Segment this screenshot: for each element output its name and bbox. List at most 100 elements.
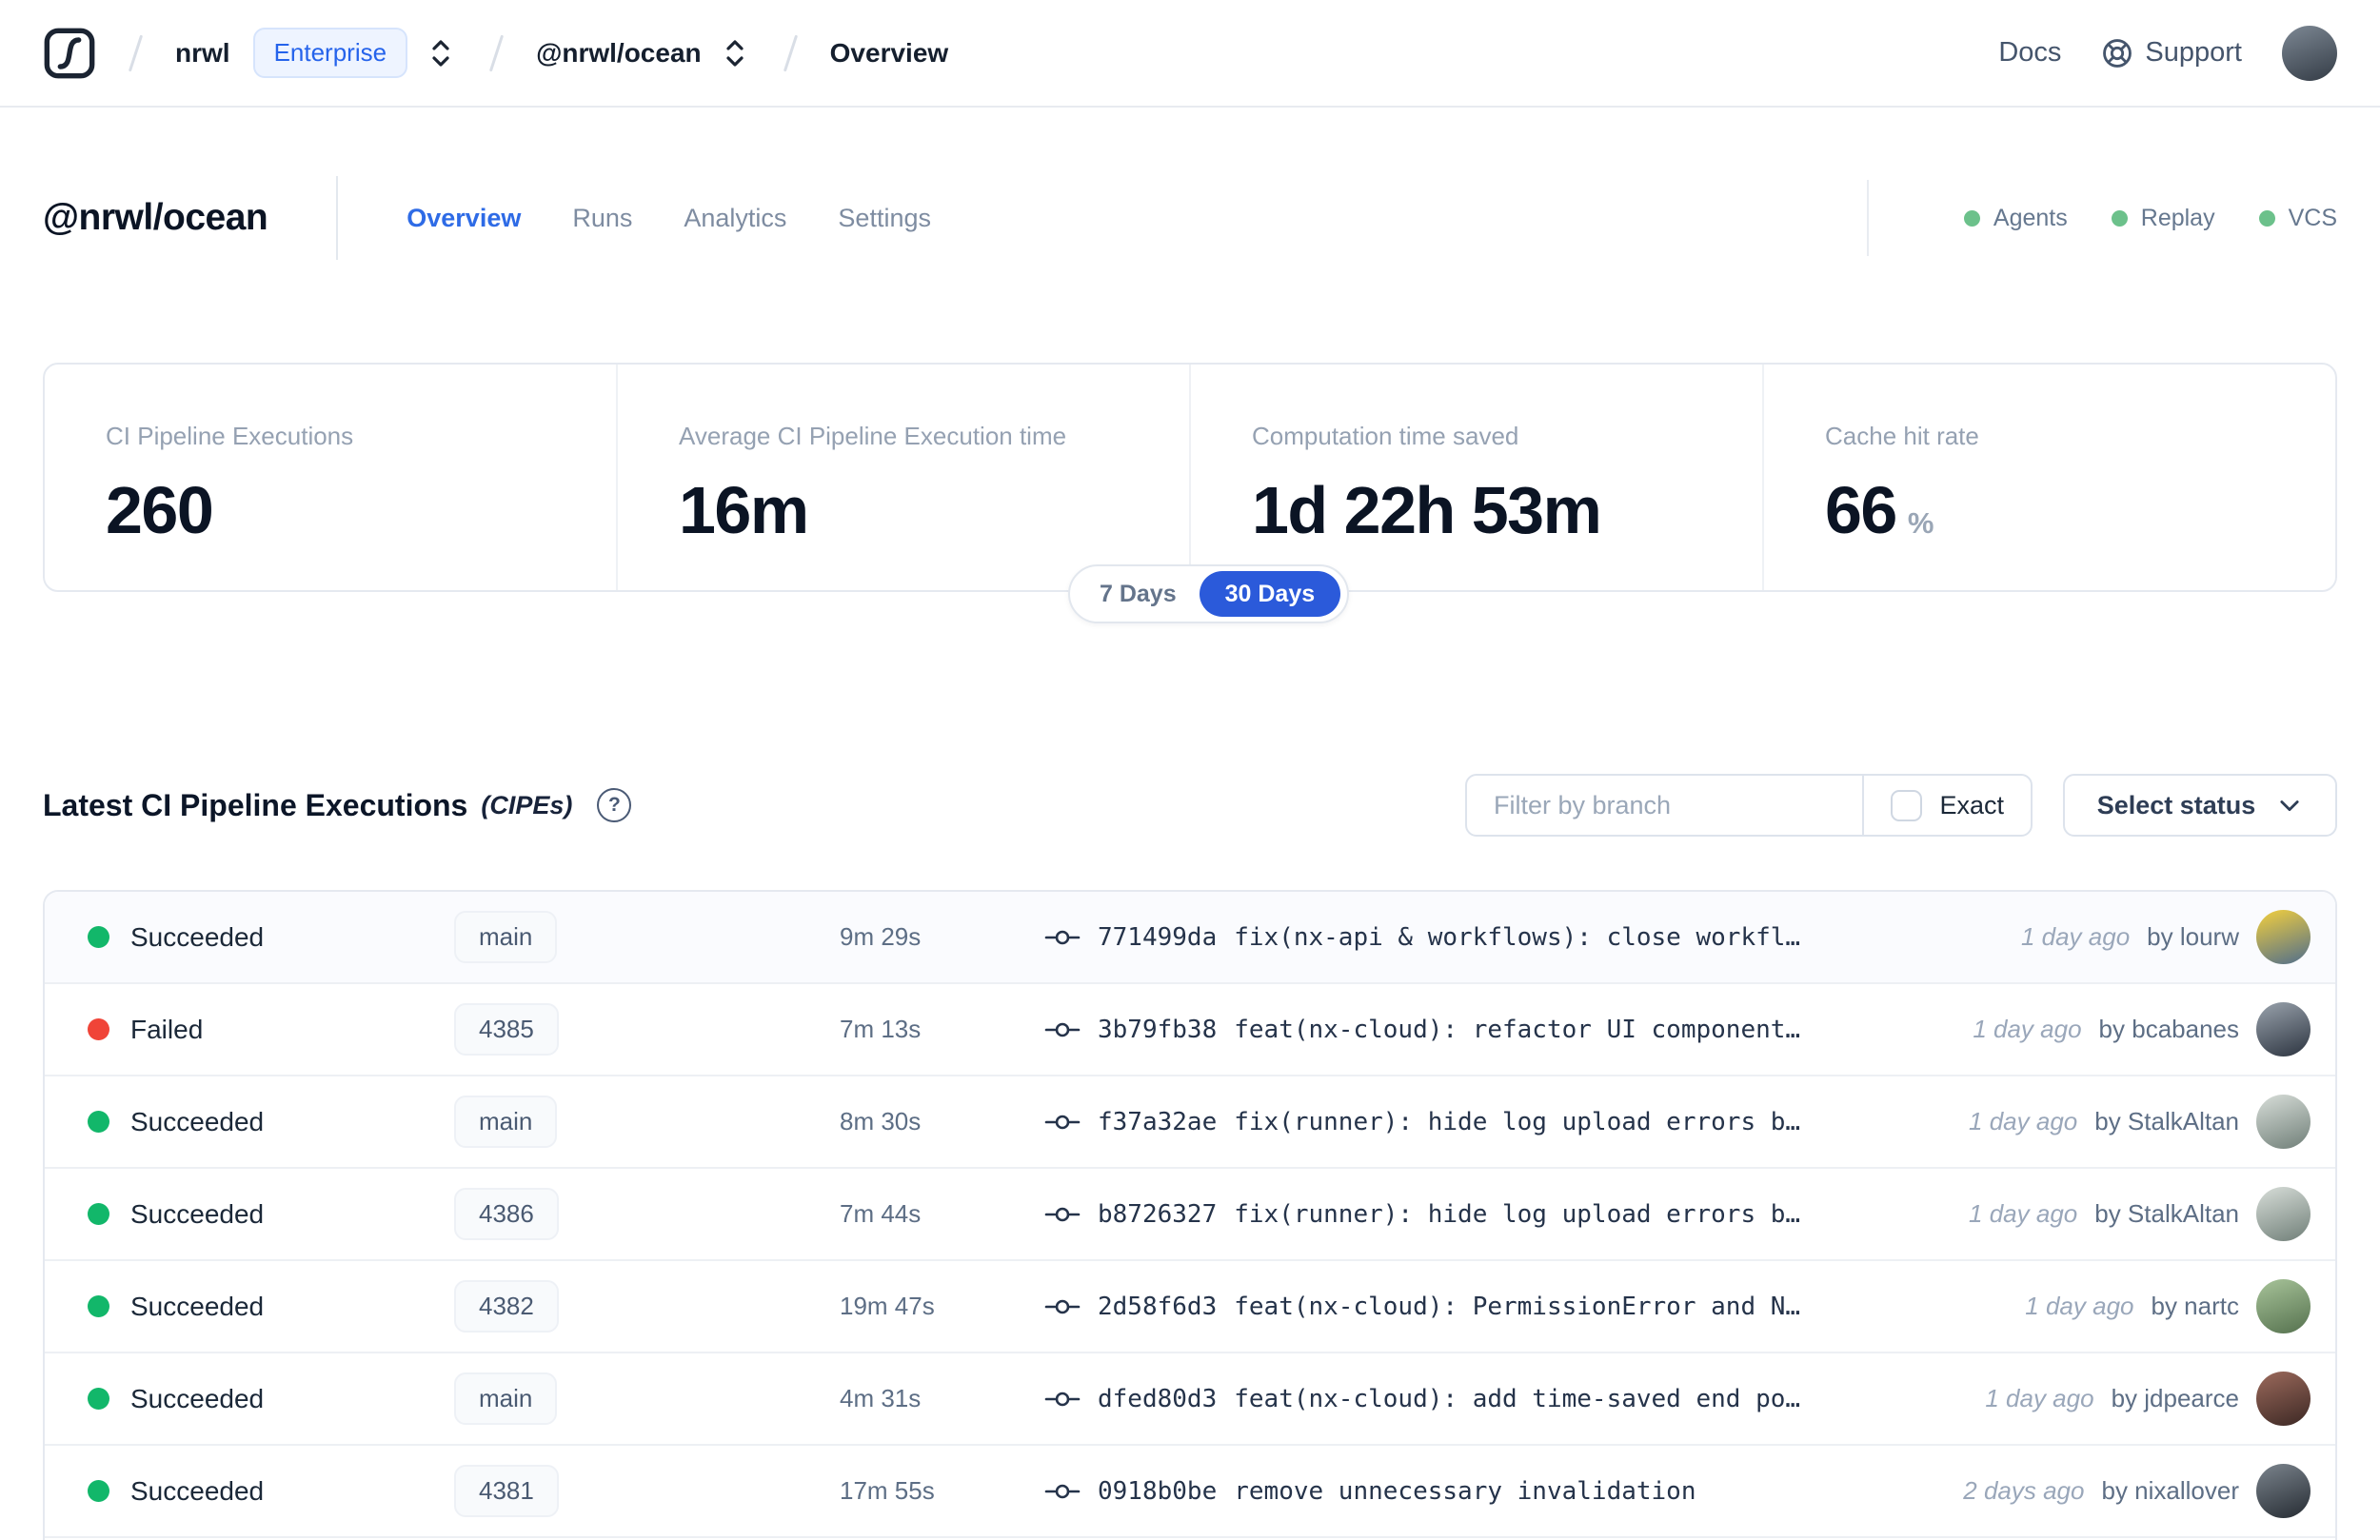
commit-hash: 0918b0be (1098, 1476, 1218, 1506)
cipe-row[interactable]: Succeeded main 8m 30s f37a32ae fix(runne… (45, 1076, 2335, 1169)
run-author: by jdpearce (2111, 1384, 2239, 1412)
row-status-cell: Succeeded (88, 1384, 454, 1414)
feature-status-group: Agents Replay VCS (1866, 180, 2337, 256)
cipe-row[interactable]: Failed 4385 7m 13s 3b79fb38 feat(nx-clou… (45, 984, 2335, 1076)
enterprise-badge: Enterprise (252, 28, 408, 78)
breadcrumb-separator (128, 34, 144, 71)
run-time-ago: 1 day ago (1973, 1015, 2082, 1043)
status-select-label: Select status (2096, 790, 2256, 819)
filters: Exact Select status (1465, 774, 2337, 837)
branch-badge: main (454, 911, 558, 963)
cipe-table: Succeeded main 9m 29s 771499da fix(nx-ap… (43, 890, 2337, 1540)
row-status-cell: Succeeded (88, 1292, 454, 1322)
commit-hash: 771499da (1098, 922, 1218, 952)
commit-hash: 3b79fb38 (1098, 1015, 1218, 1044)
commit-message: fix(runner): hide log upload errors b… (1234, 1107, 1801, 1136)
row-branch-cell: main (454, 1096, 840, 1148)
org-switcher-button[interactable] (425, 33, 457, 73)
cipe-row[interactable]: Succeeded 4386 7m 44s b8726327 fix(runne… (45, 1169, 2335, 1261)
feature-status: Replay (2111, 205, 2215, 232)
run-author: by lourw (2147, 922, 2239, 951)
branch-badge: 4381 (454, 1465, 559, 1517)
breadcrumb-workspace[interactable]: @nrwl/ocean (536, 38, 702, 69)
status-label: VCS (2288, 204, 2337, 231)
row-meta: 1 day ago by jdpearce (1985, 1372, 2335, 1426)
stat-card: Average CI Pipeline Execution time 16m (616, 365, 1189, 590)
stats-cards: CI Pipeline Executions 260 Average CI Pi… (43, 363, 2337, 592)
exact-label: Exact (1939, 790, 2004, 819)
docs-link[interactable]: Docs (1998, 37, 2061, 69)
workspace-switcher-button[interactable] (719, 33, 751, 73)
author-avatar (2256, 1464, 2311, 1518)
run-status-dot-icon (88, 926, 109, 948)
run-duration: 7m 13s (840, 1015, 922, 1043)
row-branch-cell: 4385 (454, 1003, 840, 1056)
cipe-row[interactable]: Succeeded main 9m 29s 771499da fix(nx-ap… (45, 892, 2335, 984)
run-time-ago: 1 day ago (1985, 1384, 2094, 1412)
stat-label: Cache hit rate (1825, 422, 1979, 450)
author-avatar (2256, 1002, 2311, 1056)
tab-analytics[interactable]: Analytics (684, 204, 786, 233)
commit-message: feat(nx-cloud): add time-saved end po… (1234, 1384, 1801, 1413)
branch-filter-input[interactable] (1467, 790, 1863, 820)
run-status-label: Succeeded (130, 1475, 265, 1506)
exact-checkbox[interactable] (1891, 789, 1923, 821)
run-author: by StalkAltan (2094, 1199, 2239, 1228)
cipe-row[interactable]: Succeeded main 4m 31s dfed80d3 feat(nx-c… (45, 1353, 2335, 1446)
commit-hash: dfed80d3 (1098, 1384, 1218, 1413)
branch-filter-group: Exact (1465, 774, 2033, 837)
navbar-right: Docs Support (1998, 25, 2337, 81)
page-title: @nrwl/ocean (43, 197, 268, 238)
tab-overview[interactable]: Overview (407, 204, 521, 233)
run-status-label: Succeeded (130, 1106, 265, 1136)
chevron-up-down-icon (432, 39, 449, 67)
tab-runs[interactable]: Runs (572, 204, 632, 233)
support-label: Support (2145, 37, 2242, 68)
run-time-ago: 1 day ago (1969, 1107, 2078, 1135)
stat-card: CI Pipeline Executions 260 (45, 365, 616, 590)
stat-card: Computation time saved 1d 22h 53m (1189, 365, 1762, 590)
run-duration: 4m 31s (840, 1384, 922, 1412)
run-time-ago: 2 days ago (1963, 1476, 2085, 1505)
run-status-dot-icon (88, 1388, 109, 1410)
nx-cloud-logo-icon[interactable] (43, 27, 96, 80)
user-avatar[interactable] (2282, 25, 2337, 81)
stat-card: Cache hit rate 66% (1762, 365, 2335, 590)
run-status-dot-icon (88, 1111, 109, 1133)
stat-label: Average CI Pipeline Execution time (679, 422, 1067, 450)
commit-cell: 2d58f6d3 feat(nx-cloud): PermissionError… (1044, 1293, 1800, 1321)
tab-settings[interactable]: Settings (838, 204, 931, 233)
commit-message: feat(nx-cloud): PermissionError and N… (1234, 1292, 1801, 1321)
branch-badge: main (454, 1096, 558, 1148)
run-status-label: Failed (130, 1014, 204, 1044)
run-duration: 17m 55s (840, 1476, 935, 1505)
workspace-tabs: Overview Runs Analytics Settings (407, 204, 931, 233)
row-status-cell: Succeeded (88, 1199, 454, 1230)
support-link[interactable]: Support (2101, 37, 2242, 69)
git-commit-icon (1044, 1387, 1081, 1412)
row-branch-cell: 4381 (454, 1465, 840, 1517)
status-select-button[interactable]: Select status (2063, 774, 2337, 837)
row-branch-cell: main (454, 1372, 840, 1425)
cipe-row[interactable]: Succeeded 4382 19m 47s 2d58f6d3 feat(nx-… (45, 1261, 2335, 1353)
breadcrumb-page: Overview (829, 37, 949, 68)
range-option[interactable]: 30 Days (1199, 571, 1341, 617)
run-status-dot-icon (88, 1295, 109, 1317)
range-option[interactable]: 7 Days (1077, 571, 1200, 617)
stat-value: 1d 22h 53m (1252, 472, 1762, 548)
section-title: Latest CI Pipeline Executions (43, 787, 468, 822)
commit-message: fix(nx-api & workflows): close workfl… (1234, 922, 1801, 952)
breadcrumb-org[interactable]: nrwl (175, 38, 230, 69)
exact-toggle[interactable]: Exact (1862, 776, 2031, 835)
run-duration: 19m 47s (840, 1292, 935, 1320)
commit-cell: f37a32ae fix(runner): hide log upload er… (1044, 1108, 1800, 1136)
row-status-cell: Succeeded (88, 922, 454, 953)
branch-badge: 4382 (454, 1280, 559, 1333)
git-commit-icon (1044, 1294, 1081, 1319)
commit-hash: f37a32ae (1098, 1107, 1218, 1136)
author-avatar (2256, 1279, 2311, 1333)
cipe-row[interactable]: Succeeded 4381 17m 55s 0918b0be remove u… (45, 1446, 2335, 1538)
help-icon[interactable]: ? (597, 788, 632, 822)
section-title-suffix: (CIPEs) (481, 790, 573, 819)
row-branch-cell: 4386 (454, 1188, 840, 1240)
